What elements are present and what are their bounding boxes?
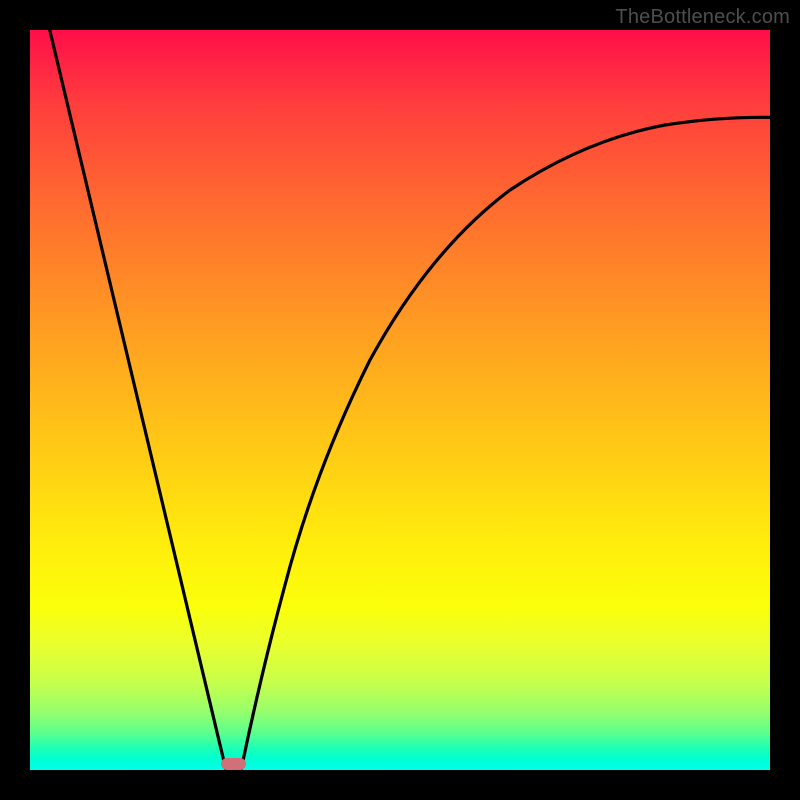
watermark-text: TheBottleneck.com	[615, 6, 790, 29]
left-branch-line	[45, 30, 226, 770]
curve-layer	[30, 30, 770, 770]
right-branch-curve	[241, 117, 770, 770]
minimum-marker	[221, 758, 246, 770]
chart-stage: TheBottleneck.com	[0, 0, 800, 800]
plot-area	[30, 30, 770, 770]
